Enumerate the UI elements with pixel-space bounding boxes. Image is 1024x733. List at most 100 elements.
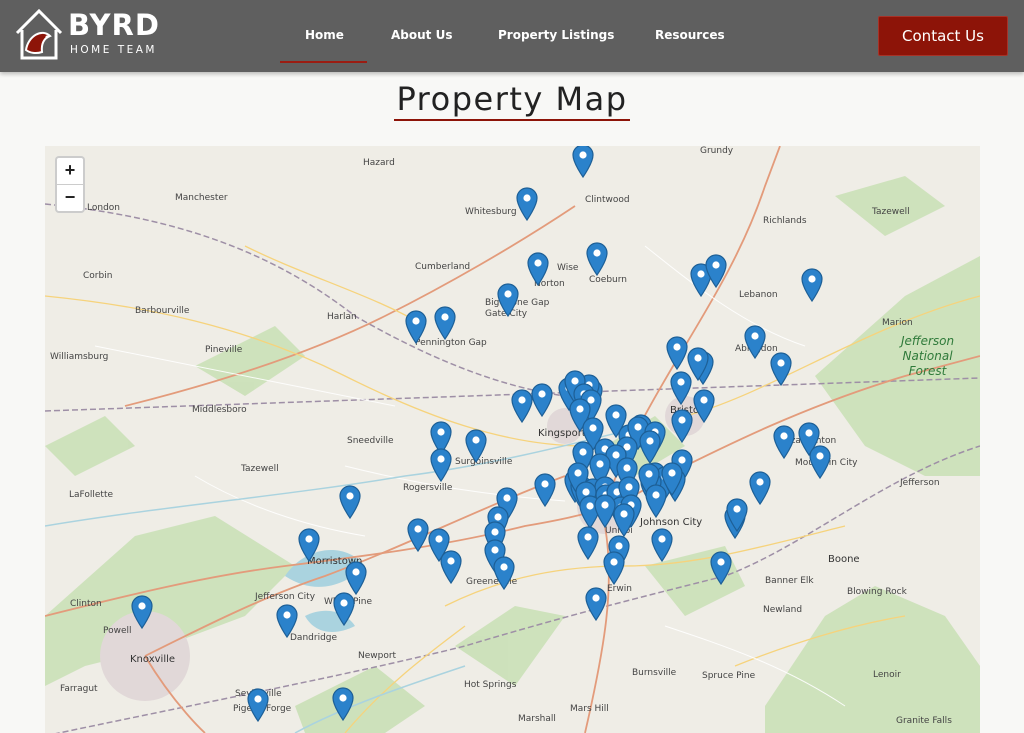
property-marker-icon[interactable]	[773, 425, 795, 460]
property-marker-icon[interactable]	[586, 242, 608, 277]
property-marker-icon[interactable]	[705, 254, 727, 289]
property-marker-icon[interactable]	[339, 485, 361, 520]
property-marker-icon[interactable]	[531, 383, 553, 418]
place-label-lebanon: Lebanon	[739, 290, 778, 300]
property-marker-icon[interactable]	[465, 429, 487, 464]
place-label-clinton: Clinton	[70, 599, 102, 609]
place-label-burnsville: Burnsville	[632, 668, 677, 678]
place-label-wise: Wise	[557, 263, 579, 273]
place-label-hot-springs: Hot Springs	[464, 680, 517, 690]
logo-subtitle: HOME TEAM	[70, 44, 157, 56]
place-label-williamsburg: Williamsburg	[50, 352, 109, 362]
place-label-erwin: Erwin	[607, 584, 632, 594]
property-marker-icon[interactable]	[572, 146, 594, 179]
property-marker-icon[interactable]	[809, 445, 831, 480]
place-label-tazewell: Tazewell	[241, 464, 279, 474]
property-marker-icon[interactable]	[613, 503, 635, 538]
property-marker-icon[interactable]	[527, 252, 549, 287]
place-label-rogersville: Rogersville	[403, 483, 453, 493]
place-label-blowing-rock: Blowing Rock	[847, 587, 907, 597]
property-marker-icon[interactable]	[651, 528, 673, 563]
place-label-boone: Boone	[828, 554, 860, 565]
place-label-coeburn: Coeburn	[589, 275, 627, 285]
place-label-banner-elk: Banner Elk	[765, 576, 814, 586]
nav-resources[interactable]: Resources	[655, 28, 725, 42]
nav-about-us[interactable]: About Us	[391, 28, 452, 42]
place-label-lenoir: Lenoir	[873, 670, 901, 680]
place-label-london: London	[87, 203, 120, 213]
zoom-out-button[interactable]: −	[57, 185, 83, 211]
property-marker-icon[interactable]	[693, 389, 715, 424]
property-marker-icon[interactable]	[345, 561, 367, 596]
property-marker-icon[interactable]	[770, 352, 792, 387]
property-marker-icon[interactable]	[516, 187, 538, 222]
property-marker-icon[interactable]	[497, 283, 519, 318]
place-label-marshall: Marshall	[518, 714, 556, 724]
property-marker-icon[interactable]	[131, 595, 153, 630]
property-marker-icon[interactable]	[276, 604, 298, 639]
place-label-knoxville: Knoxville	[130, 654, 176, 665]
place-label-mars-hill: Mars Hill	[570, 704, 609, 714]
place-label-powell: Powell	[103, 626, 132, 636]
property-marker-icon[interactable]	[710, 551, 732, 586]
property-marker-icon[interactable]	[511, 389, 533, 424]
place-label-pineville: Pineville	[205, 345, 243, 355]
place-label-cumberland: Cumberland	[415, 262, 471, 272]
place-label-middlesboro: Middlesboro	[192, 405, 247, 415]
house-bird-icon	[15, 8, 63, 60]
place-label-manchester: Manchester	[175, 193, 228, 203]
place-label-sneedville: Sneedville	[347, 436, 394, 446]
place-label-jefferson: Jefferson	[900, 478, 940, 488]
property-marker-icon[interactable]	[603, 551, 625, 586]
property-marker-icon[interactable]	[639, 430, 661, 465]
property-marker-icon[interactable]	[744, 325, 766, 360]
property-marker-icon[interactable]	[645, 484, 667, 519]
place-label-whitesburg: Whitesburg	[465, 207, 517, 217]
property-marker-icon[interactable]	[671, 409, 693, 444]
zoom-in-button[interactable]: +	[57, 158, 83, 185]
zoom-control: + −	[55, 156, 85, 213]
property-marker-icon[interactable]	[333, 592, 355, 627]
property-marker-icon[interactable]	[534, 473, 556, 508]
page-title-wrap: Property Map	[0, 80, 1024, 121]
logo-wordmark: BYRD	[68, 8, 160, 42]
property-marker-icon[interactable]	[577, 526, 599, 561]
property-marker-icon[interactable]	[666, 336, 688, 371]
place-label-jefferson-city: Jefferson City	[255, 592, 316, 602]
place-label-richlands: Richlands	[763, 216, 807, 226]
property-marker-icon[interactable]	[332, 687, 354, 722]
place-label-granite-falls: Granite Falls	[896, 716, 952, 726]
map-basemap	[45, 146, 980, 733]
place-label-harlan: Harlan	[327, 312, 357, 322]
contact-us-button[interactable]: Contact Us	[878, 16, 1008, 56]
place-label-newland: Newland	[763, 605, 803, 615]
property-marker-icon[interactable]	[247, 688, 269, 723]
property-marker-icon[interactable]	[440, 550, 462, 585]
place-label-corbin: Corbin	[83, 271, 113, 281]
place-label-grundy: Grundy	[700, 146, 734, 156]
property-marker-icon[interactable]	[749, 471, 771, 506]
property-marker-icon[interactable]	[726, 498, 748, 533]
place-label-tazewell: Tazewell	[872, 207, 910, 217]
property-marker-icon[interactable]	[298, 528, 320, 563]
nav-property-listings[interactable]: Property Listings	[498, 28, 614, 42]
property-marker-icon[interactable]	[407, 518, 429, 553]
place-label-clintwood: Clintwood	[585, 195, 630, 205]
place-label-hazard: Hazard	[363, 158, 395, 168]
property-marker-icon[interactable]	[801, 268, 823, 303]
property-marker-icon[interactable]	[670, 371, 692, 406]
property-map[interactable]: + − Jefferson National Forest Hazard Grun…	[45, 146, 980, 733]
property-marker-icon[interactable]	[430, 448, 452, 483]
property-marker-icon[interactable]	[405, 310, 427, 345]
nav-home[interactable]: Home	[305, 28, 344, 42]
place-label-newport: Newport	[358, 651, 397, 661]
place-label-barbourville: Barbourville	[135, 306, 190, 316]
page-title: Property Map	[394, 80, 630, 121]
byrd-home-team-logo[interactable]: BYRD HOME TEAM	[14, 6, 184, 62]
active-nav-indicator	[280, 61, 367, 63]
place-label-johnson-city: Johnson City	[640, 517, 703, 528]
property-marker-icon[interactable]	[493, 556, 515, 591]
place-label-farragut: Farragut	[60, 684, 98, 694]
property-marker-icon[interactable]	[585, 587, 607, 622]
property-marker-icon[interactable]	[434, 306, 456, 341]
